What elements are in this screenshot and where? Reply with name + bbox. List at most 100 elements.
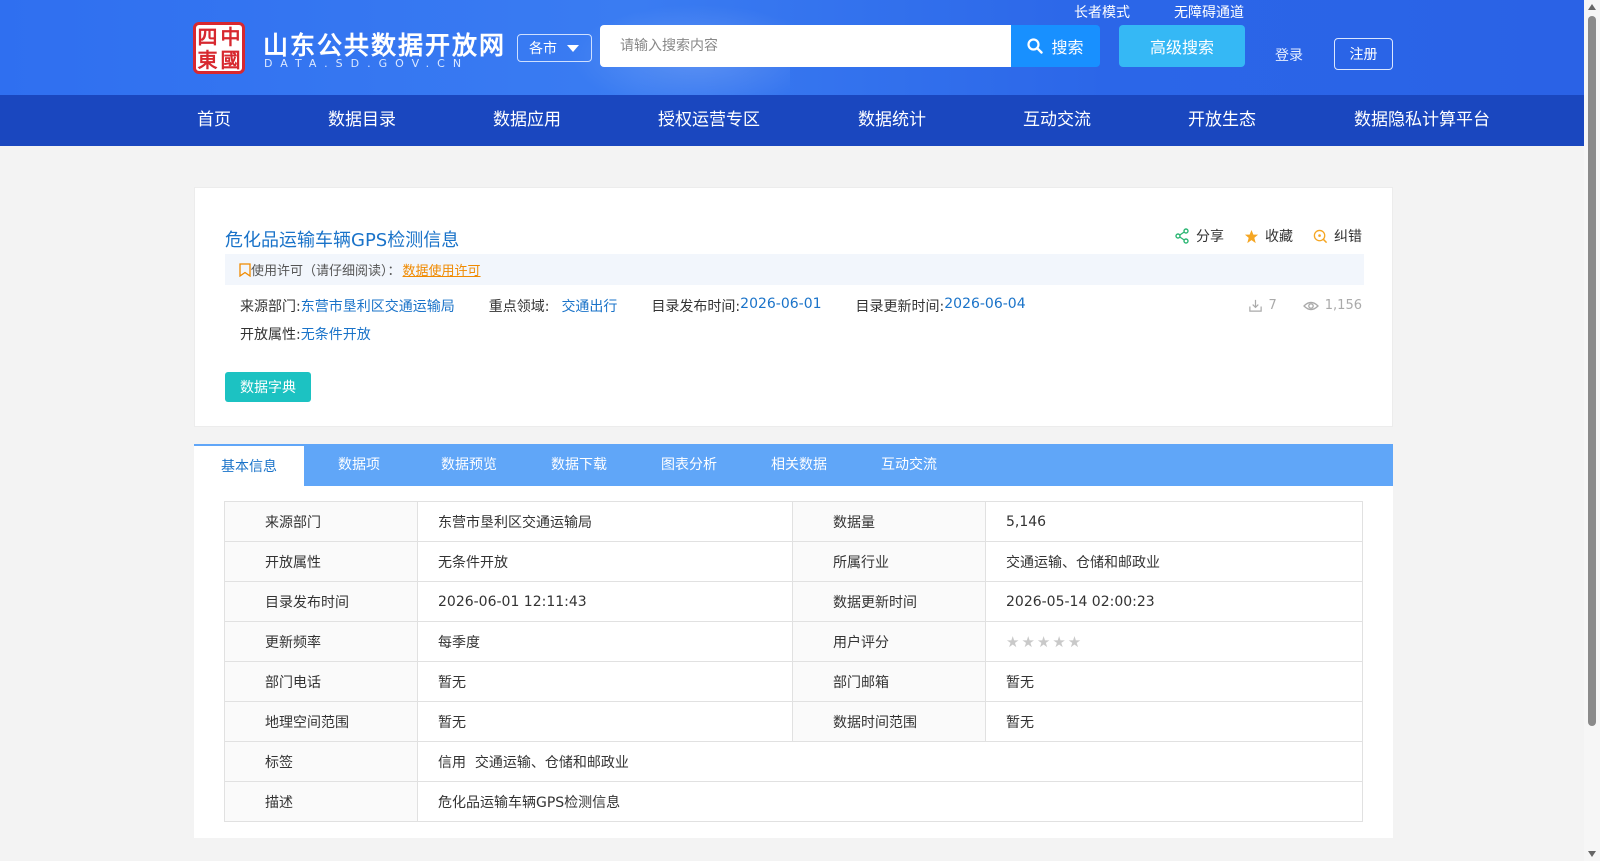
share-button[interactable]: 分享 bbox=[1174, 226, 1224, 246]
seal-char: 東 bbox=[197, 47, 218, 72]
seal-char: 國 bbox=[220, 47, 241, 72]
open-attr-label: 开放属性: bbox=[240, 327, 301, 343]
table-value: 暂无 bbox=[417, 661, 793, 702]
table-key: 所属行业 bbox=[792, 541, 986, 582]
rating-stars-icon[interactable]: ★★★★★ bbox=[1006, 633, 1083, 651]
tab-related-data[interactable]: 相关数据 bbox=[744, 444, 854, 486]
nav-item-ecosystem[interactable]: 开放生态 bbox=[1188, 95, 1256, 146]
user-rating[interactable]: ★★★★★ bbox=[985, 621, 1363, 662]
table-key: 用户评分 bbox=[792, 621, 986, 662]
search-input[interactable] bbox=[600, 25, 1012, 67]
table-value: 东营市垦利区交通运输局 bbox=[417, 501, 793, 542]
nav-item-interaction[interactable]: 互动交流 bbox=[1023, 95, 1091, 146]
table-key: 开放属性 bbox=[224, 541, 418, 582]
table-key: 数据量 bbox=[792, 501, 986, 542]
chevron-down-icon bbox=[567, 44, 579, 52]
table-value: 暂无 bbox=[985, 661, 1363, 702]
license-link[interactable]: 数据使用许可 bbox=[403, 260, 481, 279]
table-row: 地理空间范围 暂无 数据时间范围 暂无 bbox=[224, 701, 1363, 742]
search-button[interactable]: 搜索 bbox=[1011, 25, 1100, 67]
key-domain-value[interactable]: 交通出行 bbox=[561, 296, 617, 316]
view-count: 1,156 bbox=[1302, 298, 1362, 313]
scroll-down-icon[interactable] bbox=[1588, 851, 1596, 857]
table-key: 数据时间范围 bbox=[792, 701, 986, 742]
table-value: 无条件开放 bbox=[417, 541, 793, 582]
page-scrollbar[interactable] bbox=[1584, 0, 1600, 861]
table-value: 暂无 bbox=[985, 701, 1363, 742]
register-button[interactable]: 注册 bbox=[1334, 38, 1393, 70]
eye-icon bbox=[1302, 301, 1319, 310]
table-row: 更新频率 每季度 用户评分 ★★★★★ bbox=[224, 621, 1363, 662]
table-key: 地理空间范围 bbox=[224, 701, 418, 742]
star-icon bbox=[1244, 229, 1259, 243]
tab-data-preview[interactable]: 数据预览 bbox=[414, 444, 524, 486]
favorite-button[interactable]: 收藏 bbox=[1244, 226, 1293, 246]
tab-chart-analysis[interactable]: 图表分析 bbox=[634, 444, 744, 486]
site-domain: DATA.SD.GOV.CN bbox=[264, 57, 470, 70]
city-select-label: 各市 bbox=[529, 41, 557, 57]
source-dept-value[interactable]: 东营市垦利区交通运输局 bbox=[301, 296, 455, 316]
key-domain-label: 重点领域: bbox=[488, 299, 550, 315]
nav-item-apps[interactable]: 数据应用 bbox=[493, 95, 561, 146]
accessibility-link[interactable]: 无障碍通道 bbox=[1174, 2, 1244, 22]
table-key: 标签 bbox=[224, 741, 418, 782]
tab-data-items[interactable]: 数据项 bbox=[304, 444, 414, 486]
tab-data-download[interactable]: 数据下载 bbox=[524, 444, 634, 486]
dataset-title: 危化品运输车辆GPS检测信息 bbox=[225, 230, 460, 251]
update-time-label: 目录更新时间: bbox=[855, 299, 945, 315]
data-dictionary-button[interactable]: 数据字典 bbox=[225, 372, 311, 402]
basic-info-table: 来源部门 东营市垦利区交通运输局 数据量 5,146 开放属性 无条件开放 所属… bbox=[224, 501, 1363, 822]
tab-basic-info[interactable]: 基本信息 bbox=[194, 444, 304, 486]
view-count-value: 1,156 bbox=[1324, 298, 1362, 313]
dataset-stats: 7 1,156 bbox=[1248, 298, 1362, 313]
table-row: 描述 危化品运输车辆GPS检测信息 bbox=[224, 781, 1363, 822]
share-icon bbox=[1175, 228, 1189, 244]
update-time-value: 2026-06-04 bbox=[944, 296, 1026, 312]
table-key: 描述 bbox=[224, 781, 418, 822]
table-row: 开放属性 无条件开放 所属行业 交通运输、仓储和邮政业 bbox=[224, 541, 1363, 582]
table-key: 部门电话 bbox=[224, 661, 418, 702]
advanced-search-button[interactable]: 高级搜索 bbox=[1119, 25, 1245, 67]
nav-item-privacy-computing[interactable]: 数据隐私计算平台 bbox=[1354, 95, 1490, 146]
publish-time-value: 2026-06-01 bbox=[740, 296, 822, 312]
open-attr-value[interactable]: 无条件开放 bbox=[301, 324, 371, 344]
table-key: 目录发布时间 bbox=[224, 581, 418, 622]
scroll-up-icon[interactable] bbox=[1588, 4, 1596, 10]
table-value: 每季度 bbox=[417, 621, 793, 662]
table-row: 目录发布时间 2026-06-01 12:11:43 数据更新时间 2026-0… bbox=[224, 581, 1363, 622]
table-key: 更新频率 bbox=[224, 621, 418, 662]
table-key: 数据更新时间 bbox=[792, 581, 986, 622]
tags-value: 信用 交通运输、仓储和邮政业 bbox=[417, 741, 1363, 782]
search-icon bbox=[1027, 38, 1044, 54]
city-select[interactable]: 各市 bbox=[517, 34, 592, 62]
main-nav: 首页 数据目录 数据应用 授权运营专区 数据统计 互动交流 开放生态 数据隐私计… bbox=[0, 95, 1584, 146]
detail-panel: 基本信息 数据项 数据预览 数据下载 图表分析 相关数据 互动交流 来源部门 东… bbox=[194, 444, 1393, 838]
seal-char: 四 bbox=[197, 24, 218, 49]
site-logo-seal[interactable]: 四 中 東 國 bbox=[193, 22, 245, 74]
table-value: 交通运输、仓储和邮政业 bbox=[985, 541, 1363, 582]
tab-interaction[interactable]: 互动交流 bbox=[854, 444, 964, 486]
login-link[interactable]: 登录 bbox=[1275, 45, 1303, 65]
table-row: 部门电话 暂无 部门邮箱 暂无 bbox=[224, 661, 1363, 702]
nav-item-statistics[interactable]: 数据统计 bbox=[858, 95, 926, 146]
nav-item-home[interactable]: 首页 bbox=[197, 95, 231, 146]
search-button-label: 搜索 bbox=[1051, 38, 1084, 57]
table-row: 来源部门 东营市垦利区交通运输局 数据量 5,146 bbox=[224, 501, 1363, 542]
error-report-icon bbox=[1313, 229, 1328, 243]
report-error-label: 纠错 bbox=[1334, 229, 1362, 245]
nav-item-authorized-ops[interactable]: 授权运营专区 bbox=[658, 95, 760, 146]
description-value: 危化品运输车辆GPS检测信息 bbox=[417, 781, 1363, 822]
nav-item-catalog[interactable]: 数据目录 bbox=[328, 95, 396, 146]
dataset-meta-row-2: 开放属性: 无条件开放 bbox=[240, 324, 371, 344]
seal-char: 中 bbox=[220, 24, 241, 49]
scrollbar-thumb[interactable] bbox=[1588, 16, 1596, 726]
detail-tabs: 基本信息 数据项 数据预览 数据下载 图表分析 相关数据 互动交流 bbox=[194, 444, 1393, 486]
elder-mode-link[interactable]: 长者模式 bbox=[1074, 2, 1130, 22]
license-prefix: 使用许可（请仔细阅读）： bbox=[251, 264, 401, 279]
dataset-meta-row: 来源部门: 东营市垦利区交通运输局 重点领域: 交通出行 目录发布时间: 202… bbox=[240, 296, 1026, 316]
report-error-button[interactable]: 纠错 bbox=[1313, 226, 1362, 246]
license-bar: 使用许可（请仔细阅读）： 数据使用许可 bbox=[225, 254, 1364, 285]
table-value: 暂无 bbox=[417, 701, 793, 742]
dataset-actions: 分享 收藏 纠错 bbox=[1174, 226, 1362, 246]
bookmark-icon bbox=[239, 262, 251, 277]
